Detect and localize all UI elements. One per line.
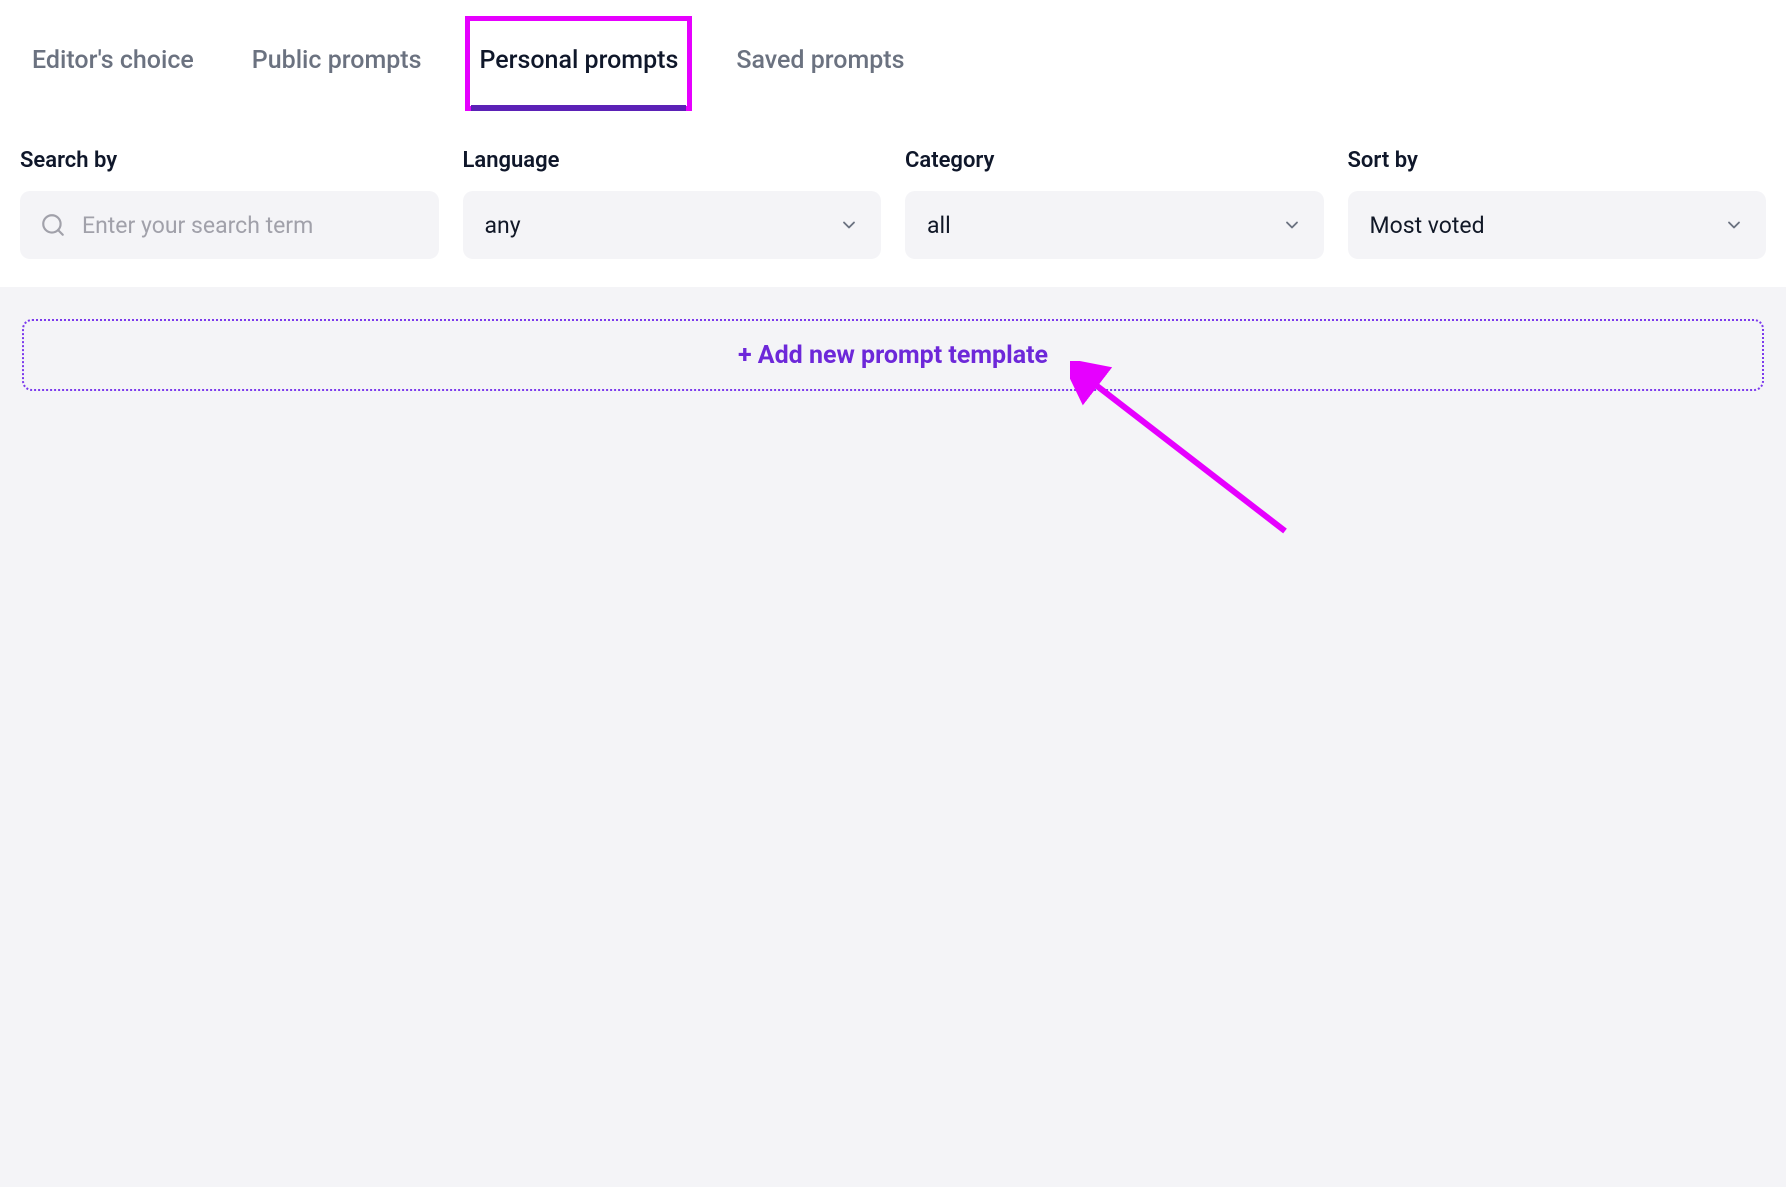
search-icon	[40, 212, 66, 238]
select-value: all	[927, 212, 951, 239]
filter-search: Search by	[20, 148, 439, 259]
category-select[interactable]: all	[905, 191, 1324, 259]
search-input-wrap[interactable]	[20, 191, 439, 259]
filter-label: Category	[905, 148, 1324, 173]
tab-label: Editor's choice	[32, 46, 194, 75]
filter-language: Language any	[463, 148, 882, 259]
language-select[interactable]: any	[463, 191, 882, 259]
select-value: Most voted	[1370, 212, 1485, 239]
add-template-button[interactable]: + Add new prompt template	[22, 319, 1764, 391]
tab-label: Personal prompts	[479, 46, 678, 75]
tab-saved-prompts[interactable]: Saved prompts	[736, 28, 904, 107]
filter-label: Search by	[20, 148, 439, 173]
tab-label: Saved prompts	[736, 46, 904, 75]
chevron-down-icon	[839, 215, 859, 235]
tab-label: Public prompts	[252, 46, 422, 75]
sort-select[interactable]: Most voted	[1348, 191, 1767, 259]
tab-editors-choice[interactable]: Editor's choice	[32, 28, 194, 107]
filter-sort: Sort by Most voted	[1348, 148, 1767, 259]
filter-bar: Search by Language any Category all	[0, 108, 1786, 287]
add-template-label: + Add new prompt template	[738, 341, 1048, 370]
tab-personal-prompts[interactable]: Personal prompts	[479, 28, 678, 107]
tab-public-prompts[interactable]: Public prompts	[252, 28, 422, 107]
filter-label: Sort by	[1348, 148, 1767, 173]
search-input[interactable]	[82, 212, 419, 239]
tab-bar: Editor's choice Public prompts Personal …	[0, 0, 1786, 108]
filter-category: Category all	[905, 148, 1324, 259]
content-area: + Add new prompt template	[0, 287, 1786, 1187]
chevron-down-icon	[1282, 215, 1302, 235]
chevron-down-icon	[1724, 215, 1744, 235]
filter-label: Language	[463, 148, 882, 173]
select-value: any	[485, 212, 521, 239]
